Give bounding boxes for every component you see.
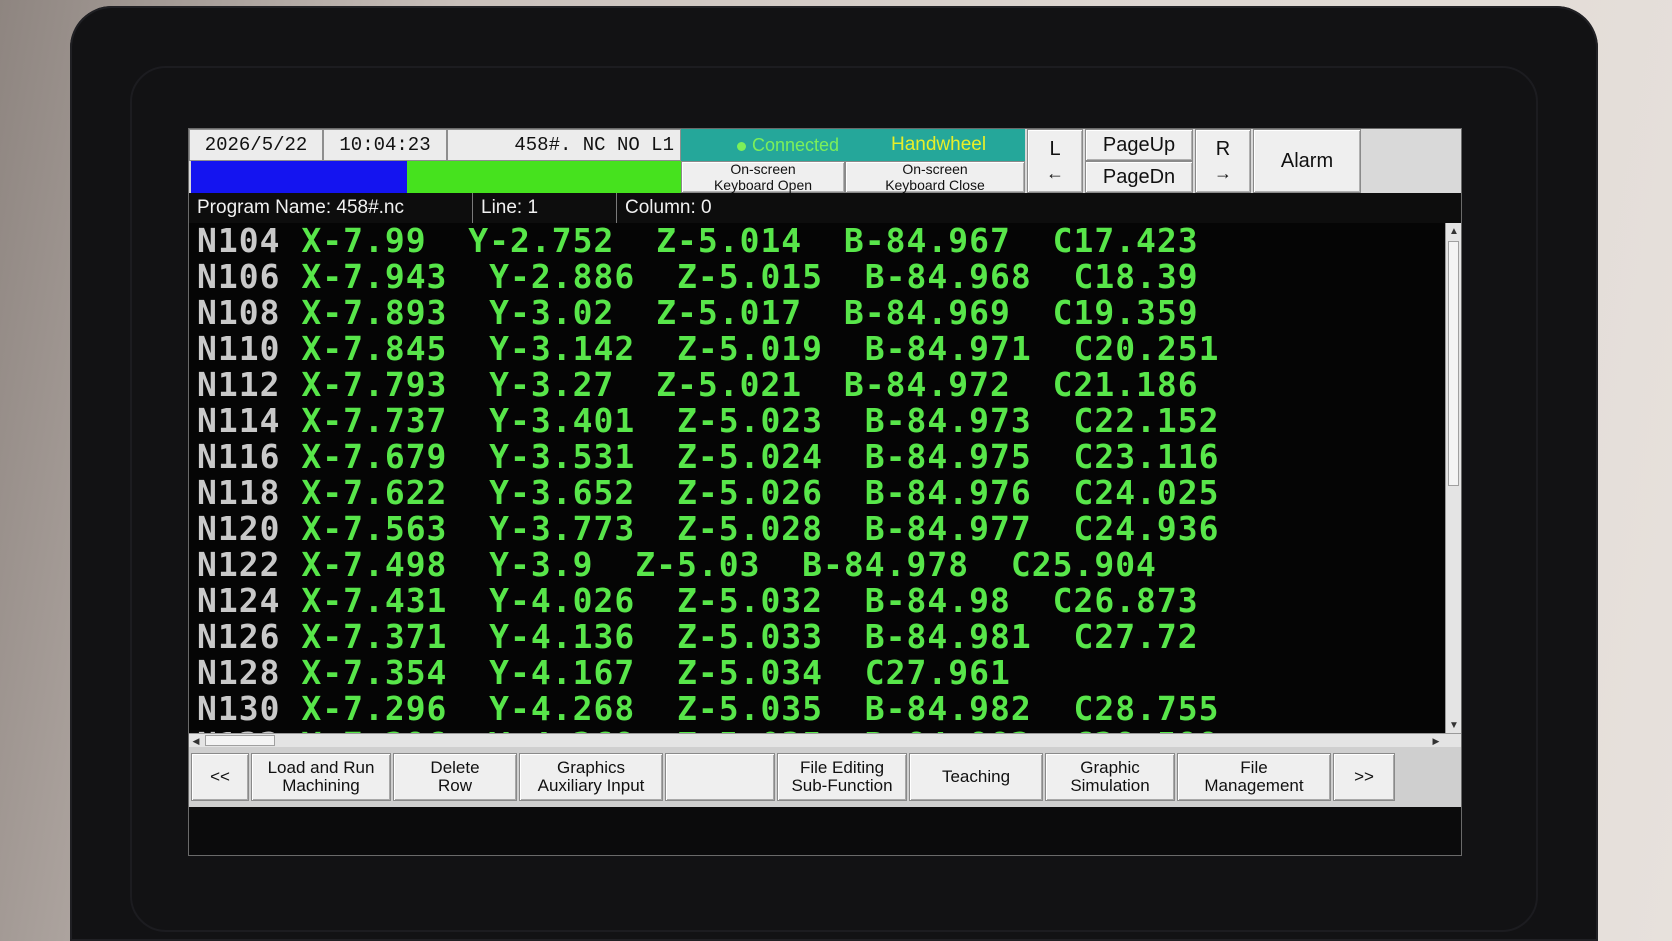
mode-label: Handwheel [891,134,987,155]
gcode-editor[interactable]: N104 X-7.99 Y-2.752 Z-5.014 B-84.967 C17… [189,223,1445,733]
keyboard-open-label: On-screen Keyboard Open [713,161,813,193]
code-coordinates: X-7.99 Y-2.752 Z-5.014 B-84.967 C17.423 [280,223,1199,260]
code-line[interactable]: N124 X-7.431 Y-4.026 Z-5.032 B-84.98 C26… [189,583,1445,619]
line-number: N116 [197,437,281,476]
line-number: N120 [197,509,281,548]
graphics-auxiliary-input-button[interactable]: Graphics Auxiliary Input [519,753,663,801]
delete-row-button[interactable]: Delete Row [393,753,517,801]
code-line[interactable]: N108 X-7.893 Y-3.02 Z-5.017 B-84.969 C19… [189,295,1445,331]
progress-bar-green [407,161,681,193]
line-number: N114 [197,401,281,440]
scroll-down-icon[interactable]: ▼ [1446,717,1461,733]
code-coordinates: X-7.893 Y-3.02 Z-5.017 B-84.969 C19.359 [280,293,1199,332]
code-coordinates: X-7.737 Y-3.401 Z-5.023 B-84.973 C22.152 [280,401,1220,440]
line-number: N132 [197,725,280,734]
line-number: N118 [197,473,281,512]
connection-label: Connected [752,134,840,155]
keyboard-close-label: On-screen Keyboard Close [885,161,985,193]
code-coordinates: X-7.371 Y-4.136 Z-5.033 B-84.981 C27.72 [280,617,1199,656]
code-line[interactable]: N116 X-7.679 Y-3.531 Z-5.024 B-84.975 C2… [189,439,1445,475]
right-arrow-icon: → [1214,163,1232,183]
left-button[interactable]: L ← [1027,129,1083,193]
keyboard-open-button[interactable]: On-screen Keyboard Open [681,161,845,193]
left-label: L [1049,138,1061,160]
vertical-scroll-thumb[interactable] [1448,241,1459,486]
line-number: N128 [197,653,281,692]
code-coordinates: X-7.563 Y-3.773 Z-5.028 B-84.977 C24.936 [280,509,1220,548]
next-page-button[interactable]: >> [1333,753,1395,801]
scroll-up-icon[interactable]: ▲ [1446,223,1461,239]
code-line[interactable]: N106 X-7.943 Y-2.886 Z-5.015 B-84.968 C1… [189,259,1445,295]
code-coordinates: X-7.296 Y-4.268 Z-5.035 B-84.982 C28.599 [280,725,1219,734]
progress-bar-blue [191,161,407,193]
code-line[interactable]: N112 X-7.793 Y-3.27 Z-5.021 B-84.972 C21… [189,367,1445,403]
line-number: N112 [197,365,281,404]
code-coordinates: X-7.498 Y-3.9 Z-5.03 B-84.978 C25.904 [280,545,1157,584]
graphic-simulation-button[interactable]: Graphic Simulation [1045,753,1175,801]
line-number: N104 [197,223,281,260]
file-management-button[interactable]: File Management [1177,753,1331,801]
code-coordinates: X-7.431 Y-4.026 Z-5.032 B-84.98 C26.873 [280,581,1199,620]
column-indicator: Column: 0 [625,197,712,218]
teaching-button[interactable]: Teaching [909,753,1043,801]
page-down-button[interactable]: PageDn [1085,161,1193,193]
right-label: R [1215,138,1231,160]
code-line[interactable]: N122 X-7.498 Y-3.9 Z-5.03 B-84.978 C25.9… [189,547,1445,583]
keyboard-close-button[interactable]: On-screen Keyboard Close [845,161,1025,193]
line-number: N106 [197,257,281,296]
horizontal-scrollbar[interactable]: ◀ ▶ [189,733,1461,748]
line-number: N126 [197,617,281,656]
code-coordinates: X-7.845 Y-3.142 Z-5.019 B-84.971 C20.251 [280,329,1220,368]
file-editing-subfunction-button[interactable]: File Editing Sub-Function [777,753,907,801]
line-number: N108 [197,293,281,332]
code-coordinates: X-7.679 Y-3.531 Z-5.024 B-84.975 C23.116 [280,437,1220,476]
code-line[interactable]: N128 X-7.354 Y-4.167 Z-5.034 C27.961 [189,655,1445,691]
horizontal-scroll-thumb[interactable] [205,735,275,746]
left-arrow-icon: ← [1046,163,1064,183]
code-line[interactable]: N114 X-7.737 Y-3.401 Z-5.023 B-84.973 C2… [189,403,1445,439]
code-line[interactable]: N104 X-7.99 Y-2.752 Z-5.014 B-84.967 C17… [189,223,1445,259]
line-number: N110 [197,329,281,368]
empty-function-button[interactable] [665,753,775,801]
code-coordinates: X-7.793 Y-3.27 Z-5.021 B-84.972 C21.186 [280,365,1199,404]
code-line[interactable]: N126 X-7.371 Y-4.136 Z-5.033 B-84.981 C2… [189,619,1445,655]
load-run-machining-button[interactable]: Load and Run Machining [251,753,391,801]
line-number: N124 [197,581,281,620]
program-status: 458#. NC NO L1 [447,129,681,161]
code-line[interactable]: N110 X-7.845 Y-3.142 Z-5.019 B-84.971 C2… [189,331,1445,367]
code-coordinates: X-7.943 Y-2.886 Z-5.015 B-84.968 C18.39 [280,257,1199,296]
code-line[interactable]: N120 X-7.563 Y-3.773 Z-5.028 B-84.977 C2… [189,511,1445,547]
program-name: Program Name: 458#.nc [189,193,473,223]
code-line[interactable]: N130 X-7.296 Y-4.268 Z-5.035 B-84.982 C2… [189,691,1445,727]
time-display: 10:04:23 [323,129,447,161]
program-info-bar: Program Name: 458#.nc Line: 1 Column: 0 [189,193,1461,223]
line-number: N122 [197,545,281,584]
cnc-screen: 2026/5/22 10:04:23 458#. NC NO L1 Connec… [188,128,1462,856]
scroll-right-icon[interactable]: ▶ [1429,734,1443,748]
scroll-left-icon[interactable]: ◀ [189,734,203,748]
vertical-scrollbar[interactable]: ▲ ▼ [1445,223,1461,733]
code-coordinates: X-7.622 Y-3.652 Z-5.026 B-84.976 C24.025 [280,473,1220,512]
alarm-button[interactable]: Alarm [1253,129,1361,193]
function-toolbar: << Load and Run Machining Delete Row Gra… [189,747,1461,807]
connection-status: Connected [737,135,839,156]
date-display: 2026/5/22 [189,129,323,161]
prev-page-button[interactable]: << [191,753,249,801]
code-line[interactable]: N118 X-7.622 Y-3.652 Z-5.026 B-84.976 C2… [189,475,1445,511]
page-up-button[interactable]: PageUp [1085,129,1193,161]
line-indicator: Line: 1 [473,193,617,223]
connection-dot-icon [737,141,746,151]
right-button[interactable]: R → [1195,129,1251,193]
code-coordinates: X-7.296 Y-4.268 Z-5.035 B-84.982 C28.755 [280,689,1220,728]
code-coordinates: X-7.354 Y-4.167 Z-5.034 C27.961 [280,653,1011,692]
status-banner: Connected Handwheel [681,129,1025,161]
line-number: N130 [197,689,281,728]
screen-lower-border [189,807,1461,855]
